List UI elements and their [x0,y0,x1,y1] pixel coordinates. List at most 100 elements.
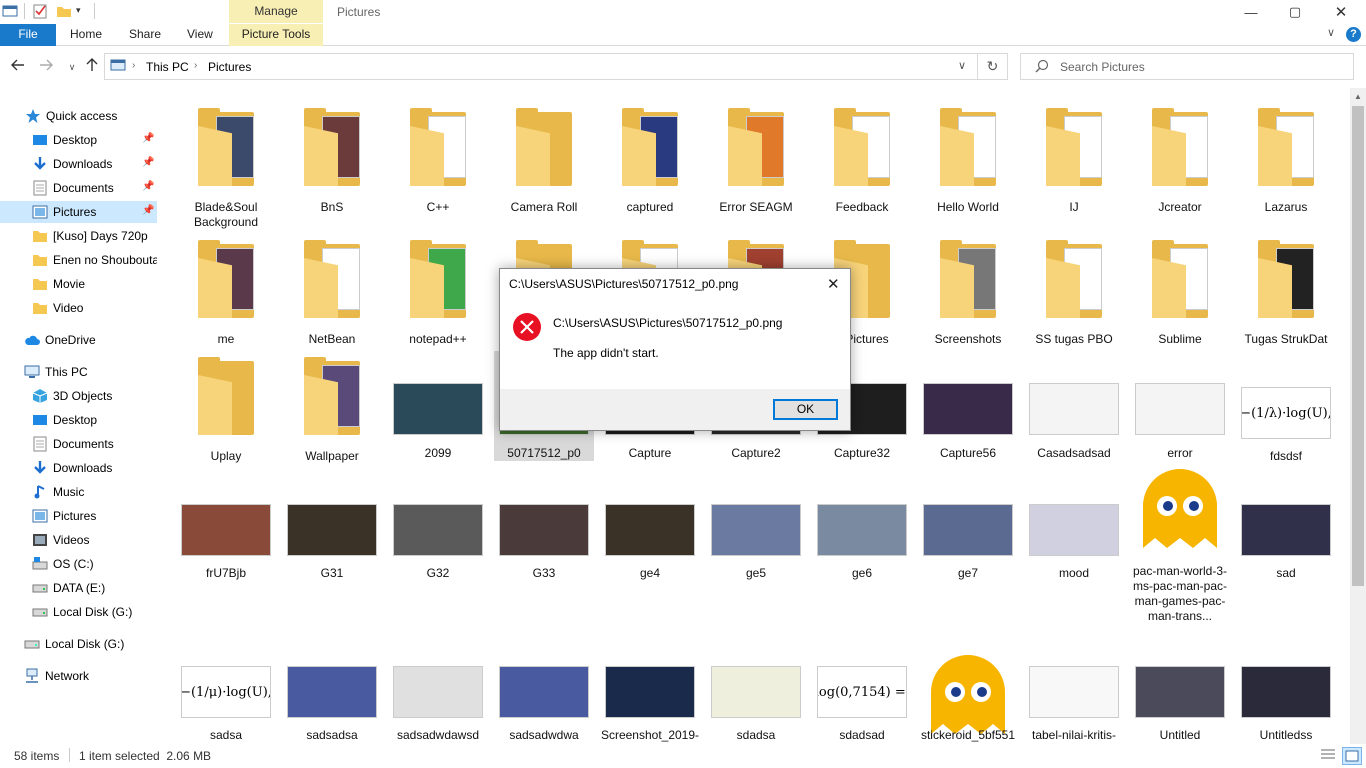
restore-button[interactable]: ▢ [1272,0,1318,24]
folder-item[interactable]: Camera Roll [494,102,594,214]
breadcrumb-pictures[interactable]: Pictures [208,60,251,74]
file-item[interactable]: −(1/5)·log(0,7154) = 0,0291 sdadsad [812,630,912,742]
file-item[interactable]: sadsadwdawsd [388,630,488,742]
pin-icon[interactable]: 📌 [142,205,154,216]
vertical-scrollbar[interactable]: ▲ [1350,88,1366,744]
tab-view[interactable]: View [187,24,213,46]
nav-pc-item[interactable]: Pictures [0,505,157,527]
tab-picture-tools[interactable]: Picture Tools [229,24,323,46]
file-item[interactable]: G33 [494,468,594,608]
tab-share[interactable]: Share [129,24,161,46]
folder-item[interactable]: notepad++ [388,234,488,346]
file-item[interactable]: pac-man-world-3-ms-pac-man-pac-man-games… [1130,468,1230,623]
file-item[interactable]: sdadsa [706,630,806,742]
recent-locations-icon[interactable]: ∨ [62,57,82,77]
folder-item[interactable]: Hello World [918,102,1018,214]
pin-icon[interactable]: 📌 [142,133,154,144]
folder-item[interactable]: Error SEAGM [706,102,806,214]
nav-quick-item[interactable]: Documents 📌 [0,177,157,199]
details-view-icon[interactable] [1320,748,1336,765]
file-item[interactable]: ge7 [918,468,1018,608]
file-item[interactable]: sadsadsa [282,630,382,742]
file-item[interactable]: Untitledss [1236,630,1336,742]
expand-ribbon-icon[interactable]: ∨ [1327,26,1335,39]
folder-item[interactable]: me [176,234,276,346]
file-item[interactable]: G32 [388,468,488,608]
file-item[interactable]: ge5 [706,468,806,608]
nav-quick-item[interactable]: Enen no Shouboutai [0,249,157,271]
new-folder-icon[interactable] [56,3,72,19]
folder-item[interactable]: Tugas StrukDat [1236,234,1336,346]
file-item[interactable]: −(1/μ)·log(U), sadsa [176,630,276,742]
folder-item[interactable]: C++ [388,102,488,214]
folder-item[interactable]: NetBean [282,234,382,346]
scroll-up-icon[interactable]: ▲ [1354,92,1362,101]
explorer-app-icon[interactable] [2,3,18,19]
close-button[interactable]: ✕ [1318,0,1364,24]
folder-item[interactable]: Lazarus [1236,102,1336,214]
refresh-button[interactable]: ↻ [978,53,1008,80]
file-item[interactable]: ge6 [812,468,912,608]
nav-pc-item[interactable]: DATA (E:) [0,577,157,599]
folder-item[interactable]: IJ [1024,102,1124,214]
folder-item[interactable]: captured [600,102,700,214]
nav-quick-item[interactable]: Video [0,297,157,319]
large-icons-view-icon[interactable] [1342,747,1362,765]
folder-item[interactable]: Feedback [812,102,912,214]
file-item[interactable]: Screenshot_2019-03-27-22-51-37-2... [600,630,700,744]
breadcrumb-this-pc[interactable]: This PC [146,60,189,74]
file-item[interactable]: ge4 [600,468,700,608]
address-history-dropdown-icon[interactable]: ∨ [958,59,966,72]
tab-home[interactable]: Home [70,24,102,46]
forward-button[interactable] [36,57,56,77]
nav-quick-item[interactable]: Downloads 📌 [0,153,157,175]
nav-this-pc[interactable]: This PC [0,361,157,383]
file-item[interactable]: sadsadwdwa [494,630,594,742]
folder-item[interactable]: Blade&Soul Background [176,102,276,229]
nav-pc-item[interactable]: OS (C:) [0,553,157,575]
nav-quick-item[interactable]: [Kuso] Days 720p [0,225,157,247]
folder-item[interactable]: Uplay [176,351,276,463]
up-button[interactable] [82,57,102,77]
file-item[interactable]: Casadsadsad [1024,351,1124,461]
nav-pc-item[interactable]: 3D Objects [0,385,157,407]
nav-pc-item[interactable]: Music [0,481,157,503]
nav-pc-item[interactable]: Downloads [0,457,157,479]
dialog-close-button[interactable]: ✕ [827,275,840,293]
folder-item[interactable]: Wallpaper [282,351,382,463]
nav-quick-access[interactable]: Quick access [0,105,157,127]
minimize-button[interactable]: — [1228,0,1274,24]
folder-item[interactable]: Sublime [1130,234,1230,346]
nav-onedrive[interactable]: OneDrive [0,329,157,351]
file-item[interactable]: 2099 [388,351,488,461]
nav-pc-item[interactable]: Videos [0,529,157,551]
nav-pc-item[interactable]: Local Disk (G:) [0,601,157,623]
nav-quick-item[interactable]: Pictures 📌 [0,201,157,223]
properties-icon[interactable] [32,3,48,19]
file-item[interactable]: sad [1236,468,1336,608]
file-item[interactable]: error [1130,351,1230,461]
file-item[interactable]: −(1/λ)·log(U), fdsdsf [1236,351,1336,463]
file-item[interactable]: G31 [282,468,382,608]
pin-icon[interactable]: 📌 [142,157,154,168]
address-bar[interactable]: › This PC › Pictures ∨ [104,53,978,80]
scrollbar-thumb[interactable] [1352,106,1364,586]
file-item[interactable]: mood [1024,468,1124,608]
file-item[interactable]: stickeroid_5bf551 7714108... [918,630,1018,744]
folder-item[interactable]: Jcreator [1130,102,1230,214]
file-item[interactable]: tabel-nilai-kritis-distribusi-chisqu... [1024,630,1124,744]
pin-icon[interactable]: 📌 [142,181,154,192]
folder-item[interactable]: Screenshots [918,234,1018,346]
back-button[interactable] [8,57,28,77]
nav-quick-item[interactable]: Desktop 📌 [0,129,157,151]
tab-file[interactable]: File [0,24,56,46]
file-item[interactable]: Untitled [1130,630,1230,742]
nav-pc-item[interactable]: Desktop [0,409,157,431]
nav-network[interactable]: Network [0,665,157,687]
file-item[interactable]: frU7Bjb [176,468,276,608]
customize-qat-icon[interactable]: ▾ [76,5,92,21]
ok-button[interactable]: OK [773,399,838,420]
folder-item[interactable]: SS tugas PBO [1024,234,1124,346]
nav-local-disk-g[interactable]: Local Disk (G:) [0,633,157,655]
help-icon[interactable]: ? [1346,27,1361,42]
